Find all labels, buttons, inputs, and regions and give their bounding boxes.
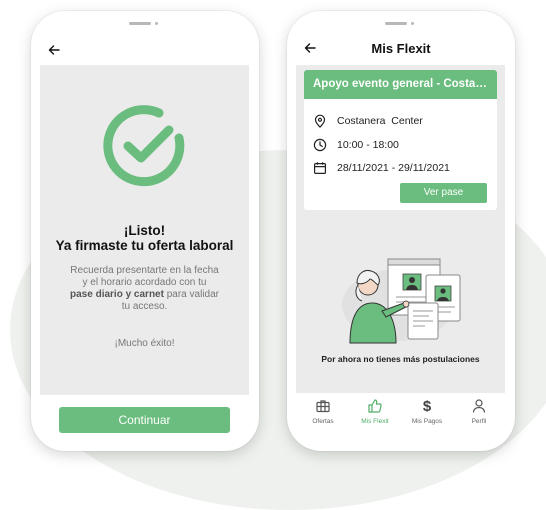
job-location: Costanera Center xyxy=(337,115,423,127)
bottom-navigation: Ofertas Mis Flexit $ Mis Pagos Perfil xyxy=(297,397,505,431)
briefcase-icon xyxy=(314,397,332,415)
thumbs-up-icon xyxy=(366,397,384,415)
check-circle-icon xyxy=(99,100,191,192)
phone-speaker xyxy=(129,22,151,25)
success-title-line1: ¡Listo! xyxy=(123,223,166,238)
message-line: pase diario y carnet para validar xyxy=(58,289,231,301)
farewell-text: ¡Mucho éxito! xyxy=(114,338,175,349)
page-title: Mis Flexit xyxy=(371,41,431,56)
flexit-list-panel: Apoyo evento general - Costanera Center … xyxy=(296,65,505,393)
message-bold: pase diario y carnet xyxy=(70,289,164,300)
job-dates: 28/11/2021 - 29/11/2021 xyxy=(337,162,450,174)
job-time-row: 10:00 - 18:00 xyxy=(313,137,399,153)
nav-label: Mis Pagos xyxy=(411,418,443,425)
message-line: tu acceso. xyxy=(121,301,168,312)
nav-label: Perfil xyxy=(471,418,487,425)
clock-icon xyxy=(313,138,327,152)
phone-camera xyxy=(411,22,414,25)
nav-item-perfil[interactable]: Perfil xyxy=(453,397,505,431)
job-time: 10:00 - 18:00 xyxy=(337,139,399,151)
success-title-line2: Ya firmaste tu oferta laboral xyxy=(55,238,234,253)
message-line: Recuerda presentarte en la fecha xyxy=(70,265,219,276)
job-card[interactable]: Apoyo evento general - Costanera Center … xyxy=(304,70,497,210)
phone-speaker xyxy=(385,22,407,25)
phone-camera xyxy=(155,22,158,25)
nav-item-ofertas[interactable]: Ofertas xyxy=(297,397,349,431)
nav-label: Ofertas xyxy=(312,418,334,425)
success-message: Recuerda presentarte en la fecha y el ho… xyxy=(58,265,231,313)
job-location-row: Costanera Center xyxy=(313,113,423,129)
continue-button[interactable]: Continuar xyxy=(59,407,230,433)
empty-state-message: Por ahora no tienes más postulaciones xyxy=(321,354,480,364)
phone-flexit-screen: Mis Flexit Apoyo evento general - Costan… xyxy=(287,11,515,451)
phone-success-screen: ¡Listo! Ya firmaste tu oferta laboral Re… xyxy=(31,11,259,451)
nav-label: Mis Flexit xyxy=(361,418,389,425)
dollar-icon: $ xyxy=(422,397,432,415)
user-icon xyxy=(470,397,488,415)
success-panel: ¡Listo! Ya firmaste tu oferta laboral Re… xyxy=(40,65,249,395)
map-pin-icon xyxy=(313,114,327,128)
arrow-left-icon[interactable] xyxy=(48,44,60,59)
message-line: y el horario acordado con tu xyxy=(82,277,207,288)
job-card-title: Apoyo evento general - Costanera Center xyxy=(304,70,497,99)
view-pass-button[interactable]: Ver pase xyxy=(400,183,487,203)
empty-state-illustration xyxy=(336,245,476,345)
nav-item-mis-flexit[interactable]: Mis Flexit xyxy=(349,397,401,431)
message-line-rest: para validar xyxy=(163,289,219,300)
nav-item-mis-pagos[interactable]: $ Mis Pagos xyxy=(401,397,453,431)
job-dates-row: 28/11/2021 - 29/11/2021 xyxy=(313,160,450,176)
calendar-icon xyxy=(313,161,327,175)
